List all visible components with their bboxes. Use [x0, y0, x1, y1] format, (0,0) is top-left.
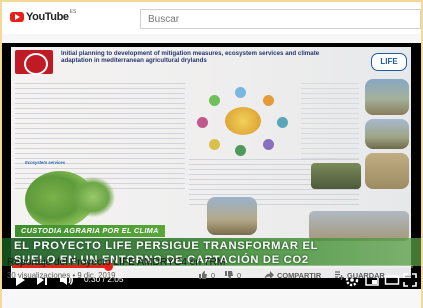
- thumb-down-icon: [225, 271, 233, 279]
- landscape-photo: [365, 119, 409, 149]
- thumb-up-icon: [199, 271, 207, 279]
- diagram-hub: [225, 107, 261, 135]
- search-input[interactable]: Buscar: [140, 9, 421, 29]
- poster-title: Initial planning to development of mitig…: [61, 50, 320, 64]
- more-actions-icon[interactable]: ...: [405, 270, 411, 279]
- youtube-app: YouTube ES Buscar Initial planning to de…: [2, 2, 421, 308]
- diagram-node: [277, 117, 288, 128]
- youtube-logo-icon: [10, 12, 24, 22]
- like-count: 0: [211, 270, 216, 280]
- diagram-node: [197, 117, 208, 128]
- poster-text-block: [15, 83, 185, 189]
- diagram-node: [263, 139, 274, 150]
- eu-life-logo: LIFE: [371, 53, 407, 71]
- save-label: GUARDAR: [347, 270, 385, 280]
- poster-subheading: Ecosystem services: [25, 160, 66, 165]
- dislike-button[interactable]: 0: [224, 270, 241, 280]
- share-icon: [264, 271, 274, 279]
- landscape-photo: [311, 163, 361, 189]
- share-button[interactable]: COMPARTIR: [264, 270, 321, 280]
- video-title: Reportaje del Proyecto LIFE AMDRYC4 en 7…: [7, 257, 226, 268]
- video-meta-row: 30 visualizaciones • 9 dic. 2019 0 0 COM…: [2, 268, 421, 284]
- logo-text: YouTube: [26, 11, 69, 23]
- university-seal-icon: [15, 50, 53, 75]
- save-icon: [335, 271, 344, 280]
- poster-graphic: [71, 177, 115, 217]
- youtube-logo[interactable]: YouTube ES: [10, 9, 77, 23]
- headline-line-1: EL PROYECTO LIFE PERSIGUE TRANSFORMAR EL: [14, 240, 319, 252]
- landscape-photo: [365, 79, 409, 115]
- like-button[interactable]: 0: [198, 270, 215, 280]
- masthead: YouTube ES Buscar: [2, 2, 421, 34]
- views-and-date: 30 visualizaciones • 9 dic. 2019: [7, 271, 116, 280]
- logo-region: ES: [69, 9, 77, 15]
- save-button[interactable]: GUARDAR: [334, 270, 385, 280]
- diagram-node: [235, 87, 246, 98]
- ecosystem-diagram: [187, 85, 299, 157]
- video-player[interactable]: Initial planning to development of mitig…: [2, 43, 421, 289]
- program-label: CUSTODIA AGRARIA POR EL CLIMA: [15, 225, 165, 237]
- dislike-count: 0: [237, 270, 242, 280]
- poster-side-text: [301, 83, 359, 163]
- landscape-photo: [365, 153, 409, 189]
- diagram-node: [209, 139, 220, 150]
- diagram-node: [263, 95, 274, 106]
- diagram-node: [209, 95, 220, 106]
- share-label: COMPARTIR: [277, 270, 322, 280]
- page-frame: YouTube ES Buscar Initial planning to de…: [0, 0, 423, 308]
- diagram-node: [235, 145, 246, 156]
